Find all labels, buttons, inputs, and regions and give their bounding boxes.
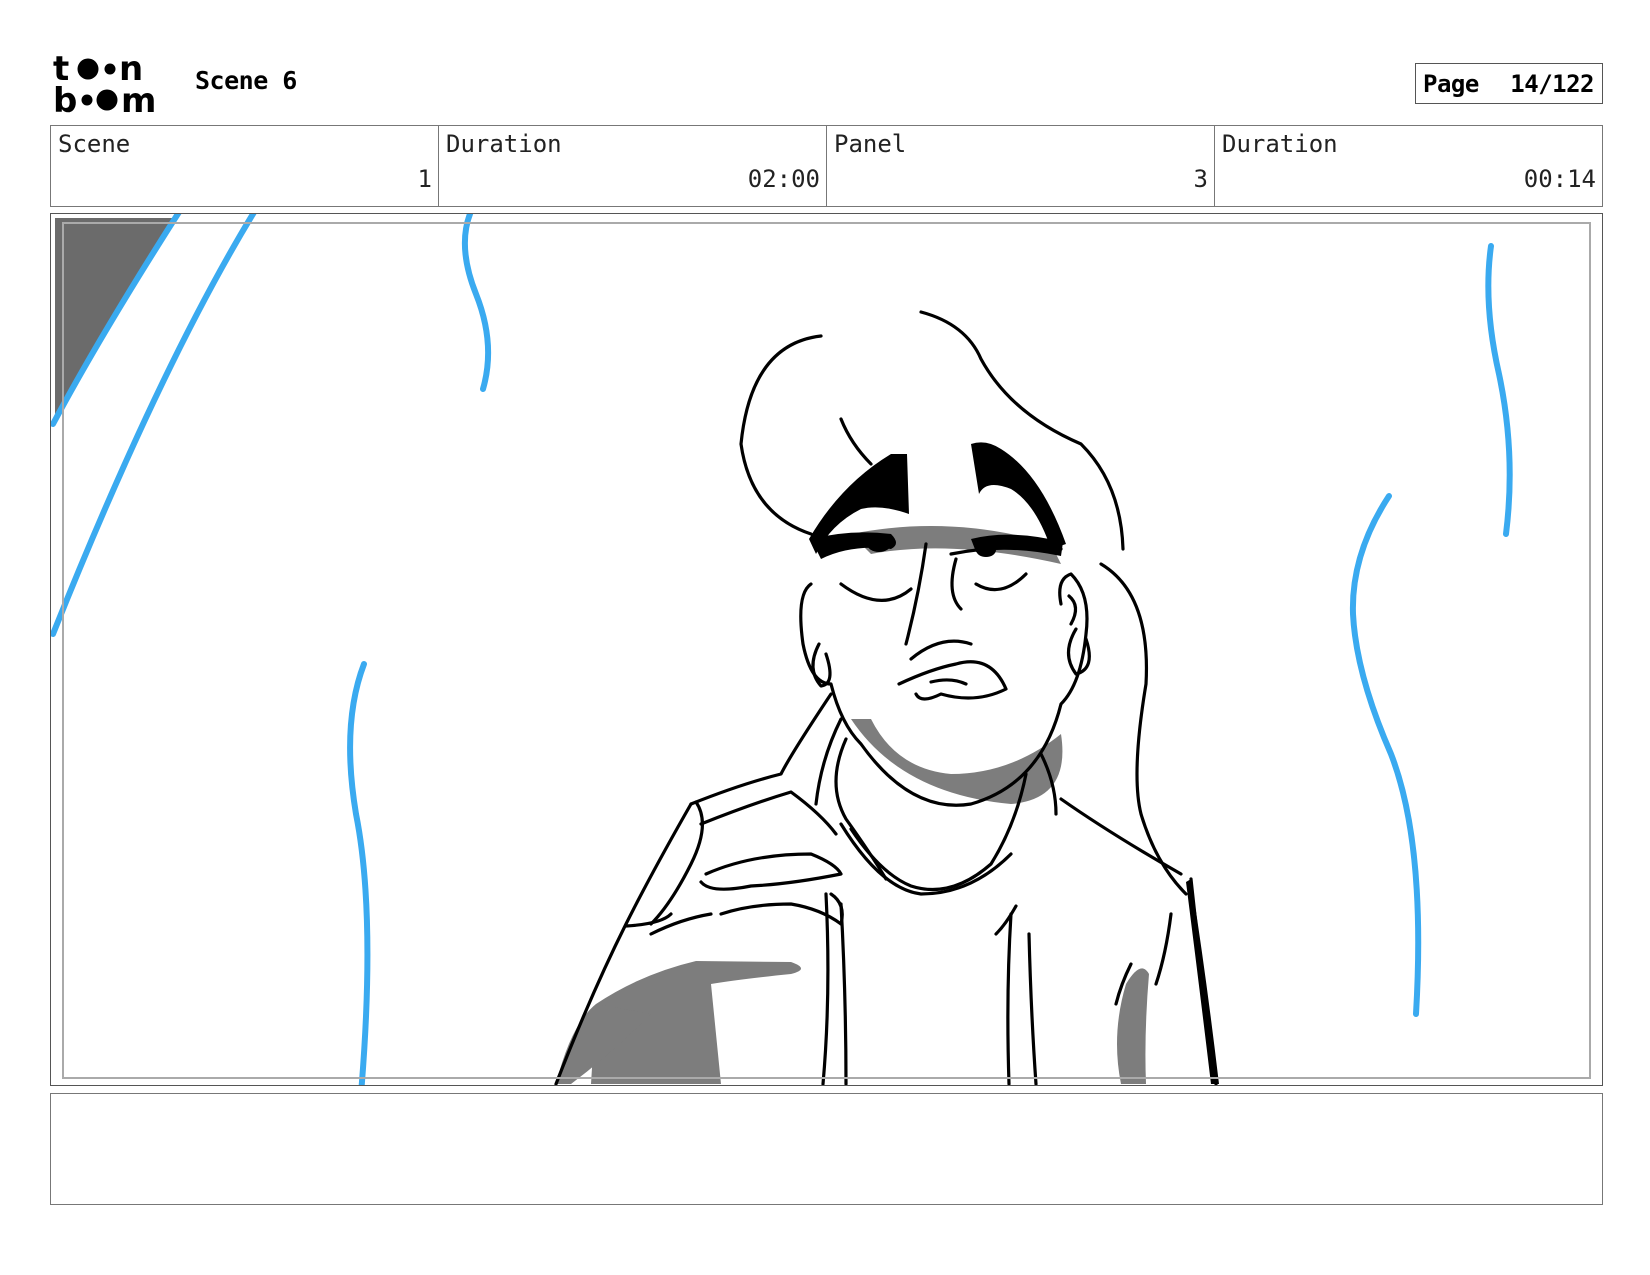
scene-cell: Scene 1 <box>51 126 439 206</box>
collar-left <box>834 737 888 881</box>
info-table: Scene 1 Duration 02:00 Panel 3 Duration … <box>50 125 1603 207</box>
pupil-left <box>867 536 891 552</box>
jacket-shoulder-right <box>1059 797 1183 876</box>
scene-title: Scene 6 <box>195 66 297 95</box>
panel-sketch <box>51 214 1513 1085</box>
scene-label: Scene <box>58 130 131 158</box>
hair-right <box>1099 562 1188 896</box>
panel-value: 3 <box>1193 165 1208 193</box>
scene-duration-label: Duration <box>446 130 562 158</box>
hand-lower <box>719 902 843 926</box>
scene-duration-cell: Duration 02:00 <box>439 126 827 206</box>
cuff <box>624 912 673 928</box>
jacket-right-front <box>1006 912 1013 1085</box>
mouth-top <box>909 639 973 661</box>
motion-lines <box>51 214 1513 1085</box>
svg-text:m: m <box>121 81 156 114</box>
nose <box>904 542 928 646</box>
jacket-right-line <box>1154 912 1173 986</box>
panel-duration-cell: Duration 00:14 <box>1215 126 1602 206</box>
jacket-shoulder-left <box>689 692 833 806</box>
character-lines <box>554 310 1218 1085</box>
jacket-dark-right <box>1186 879 1219 1084</box>
panel-duration-value: 00:14 <box>1523 165 1596 193</box>
motion-line <box>1349 493 1422 1017</box>
panel-notes-box <box>50 1093 1603 1205</box>
shirt-neck <box>839 822 1013 896</box>
page-number: 14/122 <box>1510 69 1594 98</box>
hair-strand <box>839 417 873 466</box>
page-label: Page <box>1423 69 1479 98</box>
shading <box>556 526 1149 1084</box>
toon-boom-logo: t n b m <box>53 52 156 114</box>
motion-line <box>1485 243 1513 537</box>
panel-duration-label: Duration <box>1222 130 1338 158</box>
eye-left <box>839 582 913 602</box>
pupil-right <box>976 543 996 557</box>
svg-text:b: b <box>53 81 77 114</box>
shirt-crease <box>994 904 1018 936</box>
motion-line <box>461 214 492 392</box>
motion-line <box>347 661 371 1085</box>
storyboard-panel <box>50 213 1603 1086</box>
scene-value: 1 <box>417 165 432 193</box>
jacket-left-inner <box>839 902 848 1085</box>
hair-outline <box>739 334 823 536</box>
hand <box>699 852 843 891</box>
hair-top <box>919 310 1125 551</box>
eye-right <box>974 572 1028 592</box>
panel-cell: Panel 3 <box>827 126 1215 206</box>
jacket-left-front <box>821 892 830 1085</box>
jacket-right-inner <box>1027 932 1038 1085</box>
nose-right <box>950 557 963 611</box>
mouth-inner <box>929 678 968 686</box>
ear-right <box>1067 594 1078 626</box>
panel-label: Panel <box>834 130 907 158</box>
scene-duration-value: 02:00 <box>747 165 820 193</box>
sleeve-left <box>649 912 713 936</box>
page-indicator: Page 14/122 <box>1415 63 1603 104</box>
chin-shadow <box>851 719 1063 804</box>
